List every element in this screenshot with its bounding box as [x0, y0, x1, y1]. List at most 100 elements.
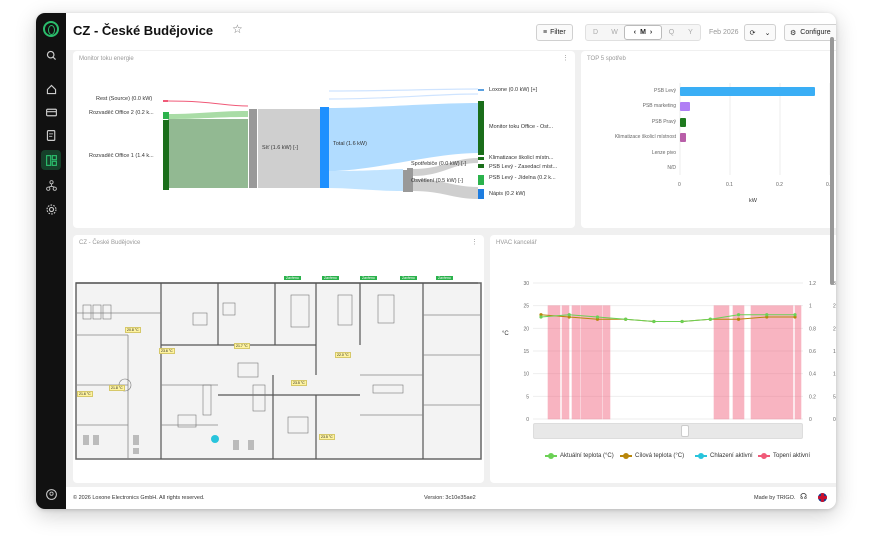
sankey-node-office2[interactable]: [163, 112, 169, 119]
bar-1: [680, 102, 690, 111]
heating-period-4: [602, 305, 611, 420]
x-tick-2: 0.2: [776, 182, 783, 188]
sankey-node-monitor[interactable]: [478, 101, 484, 155]
room-temp-3[interactable]: 22.0 °C: [335, 352, 351, 358]
y-tick-left-4: 10: [523, 372, 529, 378]
sankey-label-monitor: Monitor toku Office - Ost...: [489, 124, 554, 130]
nav-rail: [36, 13, 66, 509]
sankey-node-total[interactable]: [320, 107, 329, 188]
period-selector[interactable]: D W ‹ M › Q Y: [585, 24, 701, 41]
sankey-node-loxone[interactable]: [478, 89, 484, 91]
top5-card: TOP 5 spotřeb ⋮ PSB Levý PSB marketing P…: [581, 51, 836, 228]
period-y[interactable]: Y: [681, 25, 700, 40]
heating-period-8: [794, 305, 802, 420]
configure-button[interactable]: ⚙Configure⌄: [784, 24, 836, 41]
legend-heating[interactable]: Topení aktivní: [758, 453, 810, 459]
sankey-node-spotrebice[interactable]: [407, 168, 413, 170]
loxone-logo-icon[interactable]: [43, 21, 59, 37]
sankey-node-sit[interactable]: [249, 109, 257, 188]
x-axis-label: kW: [749, 198, 757, 204]
hvac-card: HVAC kancelář ⋮ 301.23025125200.820150.6…: [490, 235, 836, 483]
y-tick-right1-5: 0.2: [809, 394, 816, 400]
y-axis-label: °C: [502, 331, 509, 337]
bar-0: [680, 87, 815, 96]
legend-actual[interactable]: Aktuální teplota (°C): [545, 453, 614, 459]
status-tag-0[interactable]: Zavřeno: [284, 276, 301, 280]
status-tag-4[interactable]: Zavřeno: [436, 276, 453, 280]
period-w[interactable]: W: [605, 25, 624, 40]
heating-period-3: [580, 305, 603, 420]
scrollbar[interactable]: [830, 37, 834, 285]
favorite-star-icon[interactable]: ☆: [232, 22, 243, 36]
period-d[interactable]: D: [586, 25, 605, 40]
range-slider[interactable]: [533, 423, 803, 439]
uk-flag-icon[interactable]: [818, 493, 827, 502]
y-tick-right1-3: 0.6: [809, 349, 816, 355]
actual-temp-point-4: [652, 319, 656, 324]
floorplan-map[interactable]: [73, 235, 484, 483]
range-slider-handle[interactable]: [681, 425, 689, 437]
sankey-node-napis[interactable]: [478, 189, 484, 199]
gear-icon[interactable]: [41, 199, 61, 219]
made-by: Made by TRIGO.: [754, 495, 796, 501]
room-temp-0[interactable]: 20.8 °C: [125, 327, 141, 333]
legend-cooling-label: Chlazení aktivní: [710, 453, 753, 459]
headset-icon[interactable]: ☊: [800, 492, 807, 501]
actual-temp-point-1: [567, 313, 571, 317]
room-temp-5[interactable]: 21.8 °C: [109, 385, 125, 391]
next-chevron-icon[interactable]: ›: [650, 29, 652, 36]
y-tick-right2-6: 0: [833, 417, 836, 423]
y-tick-right2-3: 15: [833, 349, 836, 355]
search-icon[interactable]: [41, 45, 61, 65]
network-icon[interactable]: [41, 175, 61, 195]
heating-period-1: [561, 305, 570, 420]
room-temp-2[interactable]: 21.7 °C: [234, 343, 250, 349]
prev-chevron-icon[interactable]: ‹: [634, 29, 636, 36]
heating-period-7: [750, 305, 794, 420]
sankey-node-klimatizace[interactable]: [478, 157, 484, 160]
y-tick-right1-1: 1: [809, 304, 812, 310]
edit-document-icon[interactable]: [41, 125, 61, 145]
refresh-icon: ⟳: [749, 29, 756, 37]
user-icon[interactable]: [41, 484, 61, 504]
sankey-label-office1: Rozvaděč Office 1 (1.4 k...: [89, 153, 154, 159]
y-tick-left-2: 20: [523, 326, 529, 332]
y-tick-right2-1: 25: [833, 304, 836, 310]
room-temp-7[interactable]: 21.6 °C: [77, 391, 93, 397]
legend-target[interactable]: Cílová teplota (°C): [620, 453, 684, 459]
dashboard-icon[interactable]: [41, 150, 61, 170]
filter-button[interactable]: ≡ Filter: [536, 24, 573, 41]
y-tick-right1-4: 0.4: [809, 372, 816, 378]
bar-3: [680, 133, 686, 142]
sankey-node-rest[interactable]: [163, 100, 168, 102]
filter-label: Filter: [550, 29, 566, 36]
legend-heating-label: Topení aktivní: [773, 453, 811, 459]
sankey-node-zasedaci[interactable]: [478, 164, 484, 168]
sankey-node-jidelna[interactable]: [478, 175, 484, 185]
period-q[interactable]: Q: [662, 25, 681, 40]
room-temp-6[interactable]: 23.5 °C: [319, 434, 335, 440]
refresh-button[interactable]: ⟳ ⌄: [744, 24, 776, 41]
home-icon[interactable]: [41, 79, 61, 99]
card-icon[interactable]: [41, 102, 61, 122]
status-tag-3[interactable]: Zavřeno: [400, 276, 417, 280]
sankey-label-klimatizace: Klimatizace školicí místn...: [489, 155, 554, 161]
period-m[interactable]: ‹ M ›: [624, 25, 662, 40]
y-tick-right2-5: 5: [833, 394, 836, 400]
y-tick-right2-2: 20: [833, 326, 836, 332]
y-tick-right1-6: 0: [809, 417, 812, 423]
status-tag-2[interactable]: Zavřeno: [360, 276, 377, 280]
heating-period-6: [732, 305, 745, 420]
sankey-label-zasedaci: PSB Levý - Zasedací míst...: [489, 164, 558, 170]
status-tag-1[interactable]: Zavřeno: [322, 276, 339, 280]
room-temp-1[interactable]: 23.6 °C: [159, 348, 175, 354]
y-tick-left-3: 15: [523, 349, 529, 355]
heating-period-0: [547, 305, 561, 420]
sankey-label-osvetleni: Osvětlení (0.5 kW) [-]: [411, 178, 463, 184]
room-temp-4[interactable]: 23.5 °C: [291, 380, 307, 386]
gear-icon: ⚙: [790, 29, 797, 37]
legend-cooling[interactable]: Chlazení aktivní: [695, 453, 753, 459]
sankey-label-office2: Rozvaděč Office 2 (0.2 k...: [89, 110, 154, 116]
sankey-node-office1[interactable]: [163, 120, 169, 190]
period-m-label: M: [640, 29, 646, 36]
